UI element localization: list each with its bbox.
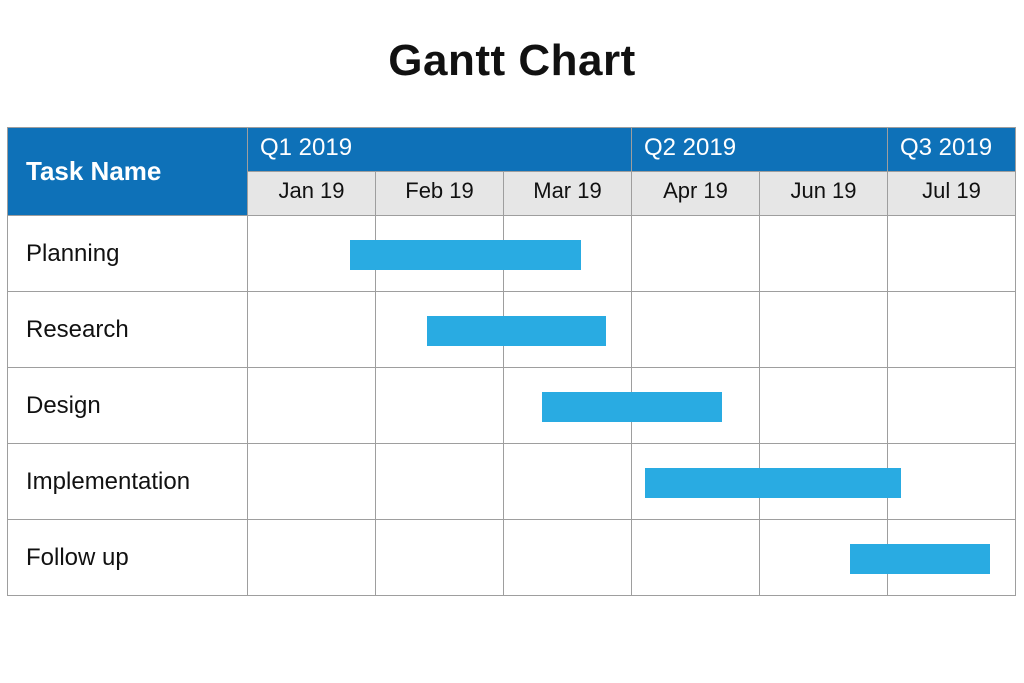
grid-cell (887, 443, 1016, 520)
task-row: Follow up (8, 520, 1016, 596)
task-row: Design (8, 368, 1016, 444)
task-bar (427, 316, 606, 346)
month-cell: Apr 19 (631, 171, 760, 216)
grid-cell (247, 519, 376, 596)
grid-cell (631, 291, 760, 368)
month-cell: Feb 19 (375, 171, 504, 216)
task-bar (850, 544, 991, 574)
quarter-cell: Q3 2019 (887, 127, 1016, 172)
grid-cell (375, 367, 504, 444)
grid-cell (631, 215, 760, 292)
grid-cell (759, 291, 888, 368)
grid-cell (759, 215, 888, 292)
grid-cell (887, 367, 1016, 444)
gantt-grid: Task Name Q1 2019 Q2 2019 Q3 2019 Jan 19… (8, 128, 1016, 596)
task-bar (542, 392, 721, 422)
quarter-cell: Q2 2019 (631, 127, 888, 172)
task-row: Implementation (8, 444, 1016, 520)
quarter-cell: Q1 2019 (247, 127, 632, 172)
grid-cell (503, 519, 632, 596)
task-label: Design (7, 367, 248, 444)
grid-cell (503, 443, 632, 520)
chart-title: Gantt Chart (8, 36, 1016, 86)
task-row: Research (8, 292, 1016, 368)
grid-cell (887, 215, 1016, 292)
grid-cell (247, 367, 376, 444)
grid-cell (887, 291, 1016, 368)
grid-cell (375, 443, 504, 520)
month-cell: Jun 19 (759, 171, 888, 216)
task-bar (645, 468, 901, 498)
grid-cell (759, 367, 888, 444)
grid-cell (247, 291, 376, 368)
task-label: Implementation (7, 443, 248, 520)
header-rows: Task Name Q1 2019 Q2 2019 Q3 2019 Jan 19… (8, 128, 1016, 216)
month-cell: Jan 19 (247, 171, 376, 216)
month-cell: Mar 19 (503, 171, 632, 216)
month-cell: Jul 19 (887, 171, 1016, 216)
task-bar (350, 240, 580, 270)
grid-cell (375, 519, 504, 596)
task-name-header: Task Name (7, 127, 248, 216)
task-label: Planning (7, 215, 248, 292)
grid-cell (631, 519, 760, 596)
task-row: Planning (8, 216, 1016, 292)
gantt-chart: Gantt Chart Task Name Q1 2019 Q2 2019 Q3… (0, 0, 1024, 683)
grid-cell (247, 443, 376, 520)
task-label: Follow up (7, 519, 248, 596)
task-label: Research (7, 291, 248, 368)
